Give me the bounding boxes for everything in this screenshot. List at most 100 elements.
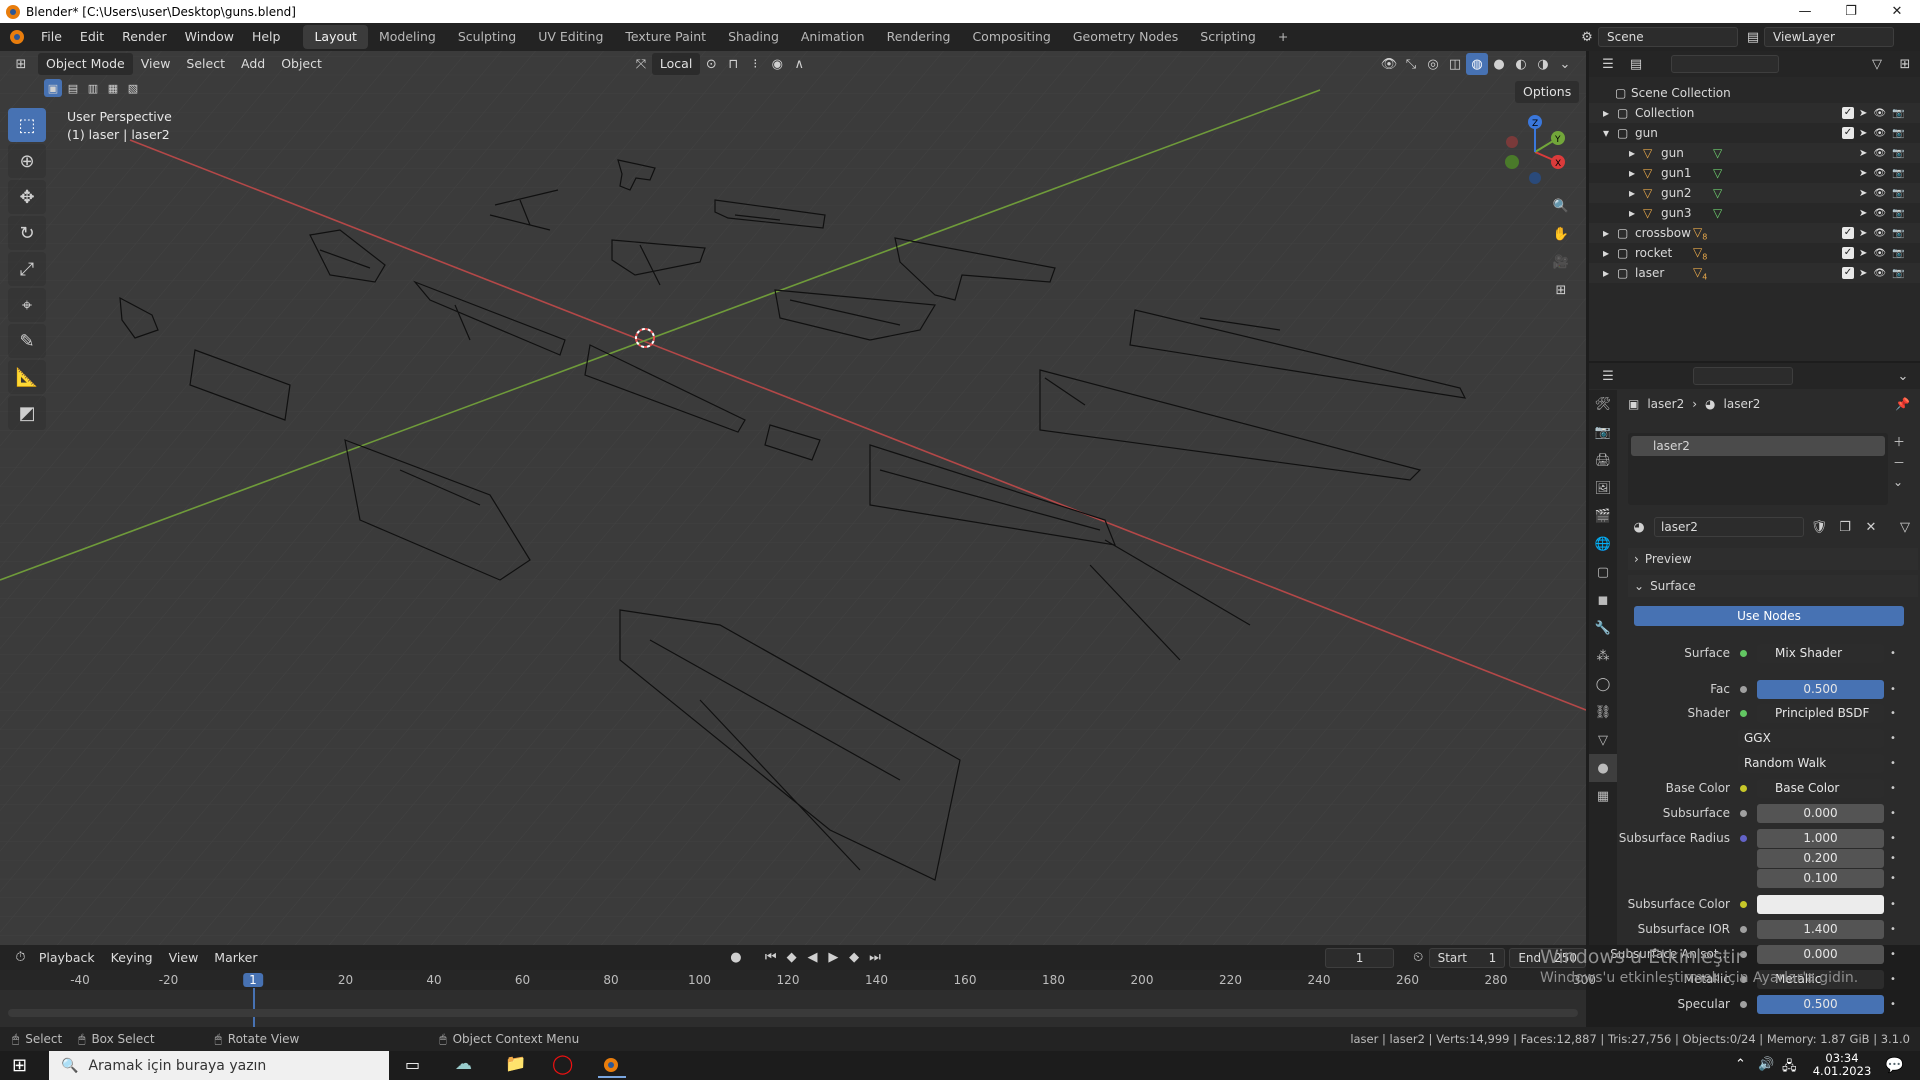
camera-render-icon[interactable]: 📷 [1892,168,1904,179]
keyframe-dot-icon[interactable]: • [1890,808,1896,819]
weather-widget-icon[interactable]: ☁ [455,1054,472,1074]
property-field[interactable]: 0.100 [1757,868,1884,888]
select-arrow-icon[interactable]: ➤ [1859,128,1867,139]
properties-options-icon[interactable]: ⌄ [1892,365,1914,387]
filter-icon[interactable]: ▽ [1866,53,1888,75]
rotate-tool[interactable]: ↻ [8,216,46,250]
eye-icon[interactable]: 👁 [1873,168,1886,179]
menu-playback[interactable]: Playback [31,947,103,969]
material-browse-icon[interactable]: ◕ [1628,516,1650,538]
keyframe-dot-icon[interactable]: • [1890,733,1896,744]
tab-uv-editing[interactable]: UV Editing [527,25,614,49]
xray-icon[interactable]: ◫ [1444,53,1466,75]
outliner-row[interactable]: ▸ ▢ Collection ✓ ➤ 👁 📷 [1589,103,1920,123]
keyframe-dot-icon[interactable]: • [1890,949,1896,960]
link-type-icon[interactable]: ▽ [1894,516,1916,538]
collapse-arrow-icon[interactable]: ▸ [1603,226,1609,240]
keyframe-dot-icon[interactable]: • [1890,648,1896,659]
outliner-row[interactable]: ▸ ▽ gun ▽ ➤ 👁 📷 [1589,143,1920,163]
outliner-search-input[interactable] [1671,55,1779,73]
use-nodes-button[interactable]: Use Nodes [1634,606,1904,626]
exclude-checkbox[interactable]: ✓ [1842,247,1854,259]
socket-icon[interactable] [1740,901,1747,908]
object-count-icon[interactable]: ▽8 [1693,245,1707,261]
view-layer-field[interactable]: ViewLayer [1764,27,1894,47]
property-field[interactable]: 0.000 [1757,803,1884,823]
eye-icon[interactable]: 👁 [1873,188,1886,199]
tab-geometry-nodes[interactable]: Geometry Nodes [1062,25,1189,49]
property-field[interactable] [1757,894,1884,914]
scene-field[interactable]: Scene [1598,27,1738,47]
menu-render[interactable]: Render [113,23,176,51]
collapse-arrow-icon[interactable]: ▸ [1629,206,1635,220]
keyframe-dot-icon[interactable]: • [1890,899,1896,910]
socket-icon[interactable] [1740,810,1747,817]
menu-file[interactable]: File [32,23,71,51]
3d-viewport[interactable] [0,51,1586,945]
material-tab-icon[interactable]: ● [1589,754,1617,782]
menu-timeline-view[interactable]: View [161,947,207,969]
jump-end-icon[interactable]: ⏭ [865,947,886,969]
outliner-row[interactable]: ▸ ▽ gun1 ▽ ➤ 👁 📷 [1589,163,1920,183]
notifications-icon[interactable]: 💬 [1885,1056,1904,1074]
select-arrow-icon[interactable]: ➤ [1859,168,1867,179]
eye-icon[interactable]: 👁 [1873,148,1886,159]
annotate-tool[interactable]: ✎ [8,324,46,358]
blender-menu-icon[interactable] [6,26,28,48]
render-shading-icon[interactable]: ◑ [1532,53,1554,75]
pin-icon[interactable]: 📌 [1895,397,1910,411]
play-icon[interactable]: ▶ [823,947,844,969]
eye-icon[interactable]: 👁 [1873,128,1886,139]
record-icon[interactable]: ● [726,947,747,969]
solid-shading-icon[interactable]: ● [1488,53,1510,75]
outliner-row-scene-collection[interactable]: ▢ Scene Collection [1589,83,1920,103]
socket-icon[interactable] [1740,1001,1747,1008]
keyframe-dot-icon[interactable]: • [1890,924,1896,935]
opera-browser-icon[interactable]: ◯ [552,1053,573,1075]
slot-menu-icon[interactable]: ⌄ [1893,475,1905,489]
exclude-checkbox[interactable]: ✓ [1842,227,1854,239]
visibility-icon[interactable]: 👁 [1378,53,1400,75]
collapse-arrow-icon[interactable]: ▸ [1629,186,1635,200]
menu-window[interactable]: Window [176,23,243,51]
add-workspace-button[interactable]: + [1267,25,1299,49]
outliner-row[interactable]: ▾ ▢ gun ✓ ➤ 👁 📷 [1589,123,1920,143]
play-reverse-icon[interactable]: ◀ [802,947,823,969]
close-button[interactable]: ✕ [1874,0,1920,23]
editor-type-icon[interactable]: ⊞ [10,53,32,75]
jump-start-icon[interactable]: ⏮ [760,947,781,969]
camera-icon[interactable]: 🎥 [1550,251,1572,273]
eye-icon[interactable]: 👁 [1873,108,1886,119]
mesh-data-icon[interactable]: ▽ [1713,206,1722,220]
properties-search-input[interactable] [1693,367,1793,385]
properties-editor-icon[interactable]: ☰ [1597,365,1619,387]
task-view-icon[interactable]: ▭ [405,1055,420,1074]
exclude-checkbox[interactable]: ✓ [1842,107,1854,119]
outliner-row[interactable]: ▸ ▽ gun2 ▽ ➤ 👁 📷 [1589,183,1920,203]
menu-keying[interactable]: Keying [103,947,161,969]
camera-render-icon[interactable]: 📷 [1892,228,1904,239]
timeline-editor-icon[interactable]: ⏱ [10,947,31,969]
keyframe-dot-icon[interactable]: • [1890,684,1896,695]
menu-help[interactable]: Help [243,23,290,51]
camera-render-icon[interactable]: 📷 [1892,128,1904,139]
move-tool[interactable]: ✥ [8,180,46,214]
property-field[interactable]: 0.500 [1757,679,1884,699]
duplicate-material-icon[interactable]: ❐ [1834,516,1856,538]
property-field[interactable]: Mix Shader [1757,643,1884,663]
keyframe-dot-icon[interactable]: • [1890,708,1896,719]
transform-tool[interactable]: ⌖ [8,288,46,322]
property-field[interactable]: 1.000 [1757,828,1884,848]
socket-icon[interactable] [1740,686,1747,693]
view-layer-tab-icon[interactable]: 🖼 [1589,474,1617,502]
physics-tab-icon[interactable]: ◯ [1589,670,1617,698]
tab-layout[interactable]: Layout [303,25,368,49]
constraints-tab-icon[interactable]: ⛓ [1589,698,1617,726]
eye-icon[interactable]: 👁 [1873,208,1886,219]
breadcrumb-material[interactable]: laser2 [1724,397,1761,411]
tray-expand-icon[interactable]: ⌃ [1735,1057,1746,1072]
eye-icon[interactable]: 👁 [1873,248,1886,259]
axis-gizmo-icon[interactable]: X Y Z [1495,112,1565,187]
camera-render-icon[interactable]: 📷 [1892,148,1904,159]
output-tab-icon[interactable]: 🖨 [1589,446,1617,474]
